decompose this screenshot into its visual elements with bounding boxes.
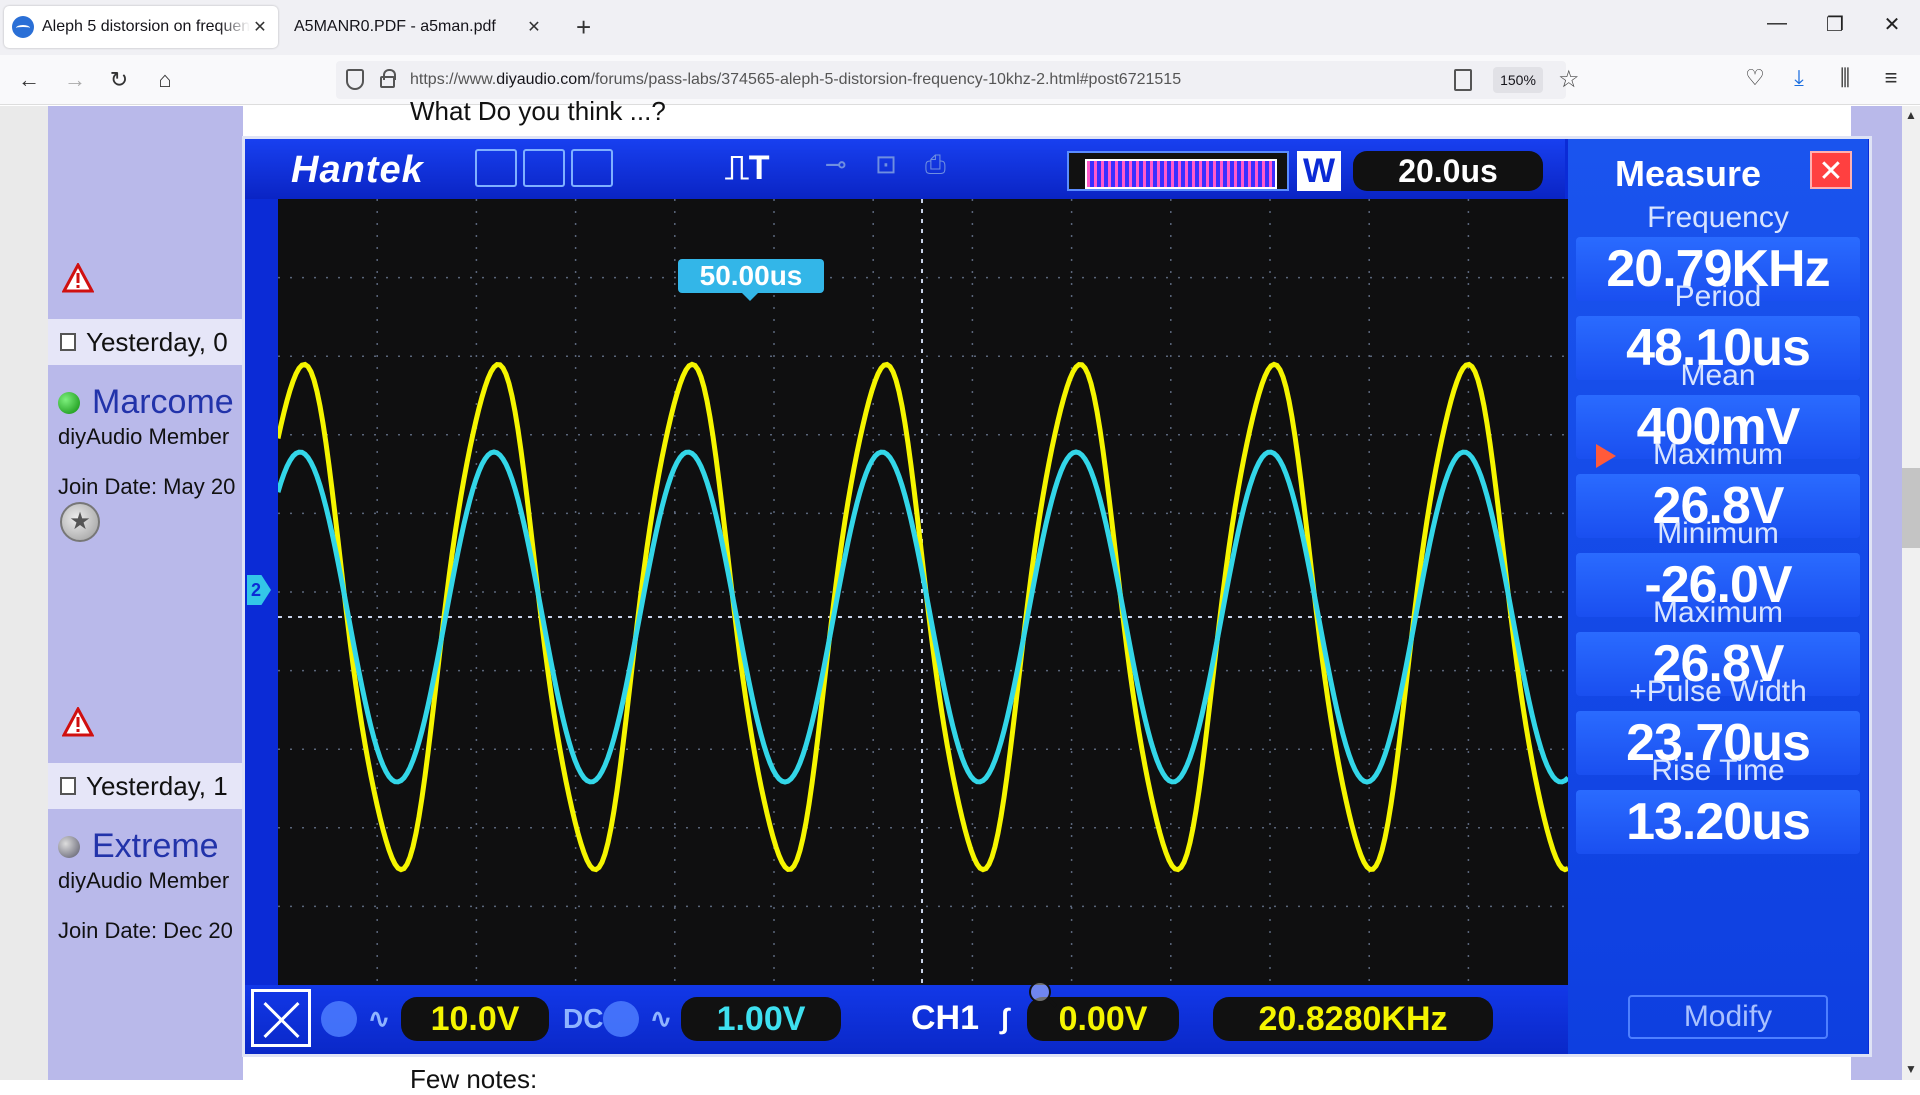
cursor-icon	[523, 149, 565, 187]
username-link[interactable]: Marcome	[58, 383, 243, 422]
offline-status-icon	[58, 835, 80, 858]
username-text[interactable]: Extreme	[92, 827, 219, 866]
menu-icon[interactable]: ≡	[1876, 63, 1906, 93]
dc-coupling-icon: DC	[563, 1003, 604, 1034]
username-link[interactable]: Extreme	[58, 827, 243, 866]
measure-label: +Pulse Width	[1629, 675, 1807, 708]
measure-close-icon: ✕	[1810, 151, 1852, 189]
post-question-text: What Do you think ...?	[410, 96, 666, 126]
scroll-down-icon[interactable]: ▼	[1902, 1062, 1920, 1076]
post-date-bar: Yesterday, 0	[48, 319, 243, 365]
window-close-icon[interactable]: ✕	[1877, 12, 1907, 37]
post-icon	[60, 777, 76, 795]
zoom-cursor-icon	[1029, 981, 1051, 1003]
url-text[interactable]: https://www.diyaudio.com/forums/pass-lab…	[410, 71, 1181, 89]
measure-label: Maximum	[1578, 438, 1858, 472]
scrollbar-track[interactable]	[1902, 106, 1920, 1080]
scroll-up-icon[interactable]: ▲	[1902, 108, 1920, 122]
measure-value: 13.20us	[1576, 790, 1860, 854]
lock-icon[interactable]	[380, 69, 396, 88]
ch2-coupling-icon	[603, 1001, 639, 1037]
navigation-toolbar: ← → ↻ ⌂ https://www.diyaudio.com/forums/…	[0, 55, 1920, 105]
channel-2-marker: 2	[247, 575, 271, 605]
trigger-position-badge: 50.00us	[678, 259, 824, 301]
online-status-icon	[58, 391, 80, 414]
user-role: diyAudio Member	[58, 868, 230, 893]
downloads-icon[interactable]: ⤓	[1784, 63, 1814, 93]
report-warning-icon[interactable]	[61, 705, 95, 737]
oscilloscope-screenshot: Hantek ⎍T ⊸ ⊡ ⎙ W 20.0us 50.00us 2 Measu…	[242, 136, 1872, 1057]
timebase-readout: 20.0us	[1353, 151, 1543, 191]
reload-icon[interactable]: ↻	[104, 65, 134, 95]
trigger-source-label: CH1	[911, 999, 980, 1037]
tracking-protection-shield-icon[interactable]	[346, 69, 364, 90]
bookmark-star-icon[interactable]: ☆	[1558, 65, 1580, 94]
waveform-icon	[475, 149, 517, 187]
measure-panel: Measure ✕ Frequency 20.79KHz Period 48.10us…	[1568, 139, 1868, 1054]
trigger-level-readout: 0.00V	[1027, 997, 1179, 1041]
back-icon[interactable]: ←	[14, 65, 44, 95]
user-role: diyAudio Member	[58, 424, 230, 449]
zoom-level-badge[interactable]: 150%	[1493, 67, 1543, 93]
library-icon[interactable]: ⫼	[1830, 63, 1860, 93]
join-date: Join Date: May 20	[58, 474, 236, 499]
reader-view-icon[interactable]	[1454, 69, 1472, 91]
tab-aleph5[interactable]: Aleph 5 distorsion on frequency ✕	[4, 6, 278, 48]
tab-close-icon[interactable]: ✕	[250, 17, 270, 37]
restore-icon[interactable]: ❐	[1820, 12, 1850, 37]
measure-label: Frequency	[1647, 201, 1789, 234]
measure-label: Mean	[1680, 359, 1756, 392]
tab-title: Aleph 5 distorsion on frequency	[42, 18, 250, 35]
window-mode-badge: W	[1297, 151, 1341, 191]
modify-button: Modify	[1628, 995, 1828, 1039]
home-icon[interactable]: ⌂	[150, 65, 180, 95]
measure-label: Maximum	[1652, 596, 1783, 629]
scope-status-bar: ∿ 10.0V DC ∿ 1.00V CH1 ∫ 0.00V 20.8280KH…	[245, 985, 1568, 1054]
post-date-bar: Yesterday, 1	[48, 763, 243, 809]
ch1-coupling-icon	[321, 1001, 357, 1037]
measure-title: Measure	[1614, 153, 1762, 194]
post-icon	[60, 333, 76, 351]
ch1-volts-readout: 10.0V	[401, 997, 549, 1041]
save-icon: ⊡	[875, 149, 897, 179]
tab-a5man-pdf[interactable]: A5MANR0.PDF - a5man.pdf ✕	[282, 6, 556, 48]
measure-label: Rise Time	[1651, 754, 1785, 787]
pocket-icon[interactable]: ♡	[1740, 63, 1770, 93]
tab-title: A5MANR0.PDF - a5man.pdf	[294, 18, 496, 35]
ch2-volts-readout: 1.00V	[681, 997, 841, 1041]
join-date: Join Date: Dec 20	[58, 918, 233, 943]
forward-icon[interactable]: →	[60, 65, 90, 95]
address-bar[interactable]: https://www.diyaudio.com/forums/pass-lab…	[336, 61, 1580, 99]
rising-edge-icon: ∫	[1001, 1003, 1009, 1034]
trigger-frequency-readout: 20.8280KHz	[1213, 997, 1493, 1041]
member-star-icon: ★	[60, 502, 100, 542]
probe-icon: ⊸	[825, 149, 847, 179]
ch1-ac-icon: ∿	[367, 1003, 391, 1034]
scope-toolbar: Hantek ⎍T ⊸ ⊡ ⎙ W 20.0us	[245, 139, 1565, 199]
hantek-logo: Hantek	[291, 149, 424, 191]
print-icon: ⎙	[925, 149, 946, 179]
ch2-ac-icon: ∿	[649, 1003, 673, 1034]
waveform-display: 50.00us	[278, 199, 1568, 985]
waveform-plot	[278, 199, 1568, 985]
diyaudio-favicon-icon	[12, 16, 34, 38]
measure-label: Minimum	[1657, 517, 1779, 550]
new-tab-icon[interactable]: +	[576, 12, 591, 42]
fullscreen-icon	[251, 989, 311, 1047]
trigger-edge-icon: ⎍T	[725, 149, 770, 187]
minimize-icon[interactable]: —	[1762, 12, 1792, 35]
tab-bar: Aleph 5 distorsion on frequency ✕ A5MANR…	[0, 0, 1920, 55]
username-text[interactable]: Marcome	[92, 383, 234, 422]
memory-depth-indicator	[1067, 151, 1289, 191]
measure-label: Period	[1674, 280, 1762, 313]
scrollbar-thumb[interactable]	[1902, 468, 1920, 548]
tab-close-icon[interactable]: ✕	[524, 17, 544, 37]
report-warning-icon[interactable]	[61, 261, 95, 293]
math-icon	[571, 149, 613, 187]
post-date: Yesterday, 1	[86, 770, 228, 801]
post-date: Yesterday, 0	[86, 326, 228, 357]
